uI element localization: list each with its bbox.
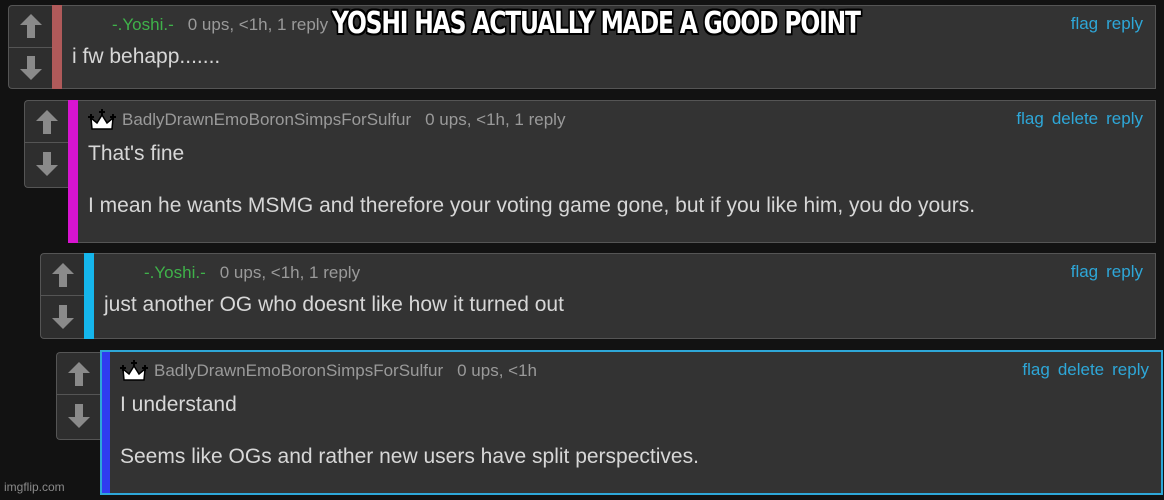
arrow-down-icon: [19, 55, 42, 80]
reply-link[interactable]: reply: [1106, 109, 1143, 129]
arrow-down-icon: [67, 403, 90, 428]
arrow-up-icon: [67, 361, 90, 386]
imgflip-watermark: imgflip.com: [4, 480, 65, 494]
username-link[interactable]: BadlyDrawnEmoBoronSimpsForSulfur: [154, 361, 443, 381]
comment-body: BadlyDrawnEmoBoronSimpsForSulfur 0 ups, …: [78, 100, 1156, 243]
comment-paragraph: Seems like OGs and rather new users have…: [120, 445, 699, 468]
flag-link[interactable]: flag: [1071, 262, 1098, 282]
delete-link[interactable]: delete: [1058, 360, 1104, 380]
delete-link[interactable]: delete: [1052, 109, 1098, 129]
comment-header: BadlyDrawnEmoBoronSimpsForSulfur 0 ups, …: [120, 358, 1151, 384]
comment-thread: YOSHI HAS ACTUALLY MADE A GOOD POINT -.Y…: [0, 0, 1164, 500]
upvote-button[interactable]: [57, 353, 100, 394]
comment-meta: 0 ups, <1h: [457, 361, 537, 380]
downvote-button[interactable]: [41, 295, 84, 337]
upvote-button[interactable]: [41, 254, 84, 295]
comment-actions: flag reply: [1071, 262, 1143, 282]
upvote-button[interactable]: [25, 101, 68, 142]
username-link[interactable]: -.Yoshi.-: [112, 15, 174, 35]
vote-controls: [24, 100, 68, 188]
vote-controls: [40, 253, 84, 339]
comment-actions: flag reply: [1071, 14, 1143, 34]
username-link[interactable]: BadlyDrawnEmoBoronSimpsForSulfur: [122, 110, 411, 130]
thread-depth-bar: [84, 253, 94, 339]
comment-paragraph: I understand: [120, 393, 237, 416]
comment-actions: flag delete reply: [1022, 360, 1149, 380]
reply-link[interactable]: reply: [1106, 262, 1143, 282]
thread-depth-bar: [52, 5, 62, 89]
comment-body: BadlyDrawnEmoBoronSimpsForSulfur 0 ups, …: [110, 350, 1163, 495]
comment-text: just another OG who doesnt like how it t…: [104, 292, 1145, 318]
comment-meta: 0 ups, <1h, 1 reply: [425, 110, 566, 129]
comment: BadlyDrawnEmoBoronSimpsForSulfur 0 ups, …: [24, 100, 1156, 243]
arrow-down-icon: [51, 304, 74, 329]
thread-depth-bar: [68, 100, 78, 243]
comment-meta: 0 ups, <1h, 1 reply: [187, 15, 329, 34]
comment: BadlyDrawnEmoBoronSimpsForSulfur 0 ups, …: [56, 350, 1163, 495]
comment-text: That's fine I mean he wants MSMG and the…: [88, 141, 1145, 219]
comment-body: -.Yoshi.- 0 ups, <1h, 1 reply flag reply…: [94, 253, 1156, 339]
upvote-button[interactable]: [9, 6, 52, 47]
downvote-button[interactable]: [25, 142, 68, 184]
comment-text: I understand Seems like OGs and rather n…: [120, 392, 1151, 470]
arrow-down-icon: [35, 151, 58, 176]
arrow-up-icon: [19, 14, 42, 39]
crown-icon: [120, 360, 148, 381]
downvote-button[interactable]: [9, 46, 52, 89]
comment-paragraph: i fw behapp.......: [72, 45, 221, 68]
vote-controls: [56, 352, 100, 440]
arrow-up-icon: [35, 109, 58, 134]
comment-paragraph: That's fine: [88, 142, 185, 165]
meme-caption: YOSHI HAS ACTUALLY MADE A GOOD POINT: [332, 6, 861, 41]
arrow-up-icon: [51, 262, 74, 287]
reply-link[interactable]: reply: [1112, 360, 1149, 380]
crown-icon: [88, 109, 116, 130]
comment-paragraph: I mean he wants MSMG and therefore your …: [88, 194, 976, 217]
comment-header: BadlyDrawnEmoBoronSimpsForSulfur 0 ups, …: [88, 107, 1145, 133]
flag-link[interactable]: flag: [1016, 109, 1043, 129]
comment: -.Yoshi.- 0 ups, <1h, 1 reply flag reply…: [40, 253, 1156, 339]
reply-link[interactable]: reply: [1106, 14, 1143, 34]
comment-meta: 0 ups, <1h, 1 reply: [219, 263, 361, 282]
comment-header: -.Yoshi.- 0 ups, <1h, 1 reply: [104, 260, 1145, 286]
username-link[interactable]: -.Yoshi.-: [144, 263, 206, 283]
flag-link[interactable]: flag: [1022, 360, 1049, 380]
thread-depth-bar: [100, 350, 110, 495]
comment-text: i fw behapp.......: [72, 44, 1145, 70]
flag-link[interactable]: flag: [1071, 14, 1098, 34]
comment-actions: flag delete reply: [1016, 109, 1143, 129]
vote-controls: [8, 5, 52, 89]
comment-paragraph: just another OG who doesnt like how it t…: [104, 293, 564, 316]
downvote-button[interactable]: [57, 394, 100, 436]
